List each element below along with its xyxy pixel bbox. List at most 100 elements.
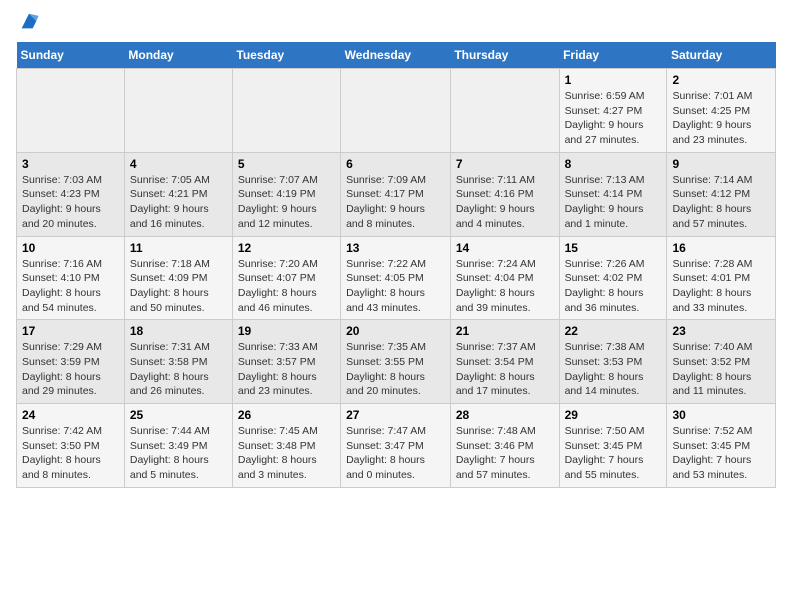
day-info: Sunrise: 7:37 AM Sunset: 3:54 PM Dayligh… xyxy=(456,340,554,399)
day-info: Sunrise: 7:05 AM Sunset: 4:21 PM Dayligh… xyxy=(130,173,227,232)
day-info: Sunrise: 7:42 AM Sunset: 3:50 PM Dayligh… xyxy=(22,424,119,483)
day-info: Sunrise: 7:47 AM Sunset: 3:47 PM Dayligh… xyxy=(346,424,445,483)
day-cell: 5 Sunrise: 7:07 AM Sunset: 4:19 PM Daylig… xyxy=(232,152,340,236)
day-cell: 4Sunrise: 7:05 AM Sunset: 4:21 PM Daylig… xyxy=(124,152,232,236)
day-number: 23 xyxy=(672,324,770,338)
day-number: 15 xyxy=(565,241,662,255)
day-cell: 25 Sunrise: 7:44 AM Sunset: 3:49 PM Dayli… xyxy=(124,404,232,488)
day-info: Sunrise: 7:18 AM Sunset: 4:09 PM Dayligh… xyxy=(130,257,227,316)
day-cell: 23 Sunrise: 7:40 AM Sunset: 3:52 PM Dayli… xyxy=(667,320,776,404)
day-number: 27 xyxy=(346,408,445,422)
day-cell: 20 Sunrise: 7:35 AM Sunset: 3:55 PM Dayli… xyxy=(341,320,451,404)
day-cell: 27 Sunrise: 7:47 AM Sunset: 3:47 PM Dayli… xyxy=(341,404,451,488)
day-info: Sunrise: 7:07 AM Sunset: 4:19 PM Dayligh… xyxy=(238,173,335,232)
day-cell: 9Sunrise: 7:14 AM Sunset: 4:12 PM Daylig… xyxy=(667,152,776,236)
day-cell: 28 Sunrise: 7:48 AM Sunset: 3:46 PM Dayli… xyxy=(450,404,559,488)
day-number: 7 xyxy=(456,157,554,171)
calendar-table: SundayMondayTuesdayWednesdayThursdayFrid… xyxy=(16,42,776,488)
day-info: Sunrise: 7:03 AM Sunset: 4:23 PM Dayligh… xyxy=(22,173,119,232)
day-cell: 18 Sunrise: 7:31 AM Sunset: 3:58 PM Dayli… xyxy=(124,320,232,404)
day-cell xyxy=(124,69,232,153)
day-cell: 1Sunrise: 6:59 AM Sunset: 4:27 PM Daylig… xyxy=(559,69,667,153)
day-number: 20 xyxy=(346,324,445,338)
day-info: Sunrise: 7:14 AM Sunset: 4:12 PM Dayligh… xyxy=(672,173,770,232)
day-cell: 2Sunrise: 7:01 AM Sunset: 4:25 PM Daylig… xyxy=(667,69,776,153)
day-number: 26 xyxy=(238,408,335,422)
day-cell xyxy=(232,69,340,153)
day-info: Sunrise: 7:28 AM Sunset: 4:01 PM Dayligh… xyxy=(672,257,770,316)
day-cell: 16 Sunrise: 7:28 AM Sunset: 4:01 PM Dayli… xyxy=(667,236,776,320)
day-cell: 7 Sunrise: 7:11 AM Sunset: 4:16 PM Daylig… xyxy=(450,152,559,236)
day-cell: 12Sunrise: 7:20 AM Sunset: 4:07 PM Dayli… xyxy=(232,236,340,320)
day-number: 17 xyxy=(22,324,119,338)
day-number: 13 xyxy=(346,241,445,255)
day-cell: 17 Sunrise: 7:29 AM Sunset: 3:59 PM Dayli… xyxy=(17,320,125,404)
day-number: 1 xyxy=(565,73,662,87)
day-number: 10 xyxy=(22,241,119,255)
day-info: Sunrise: 7:52 AM Sunset: 3:45 PM Dayligh… xyxy=(672,424,770,483)
day-info: Sunrise: 7:44 AM Sunset: 3:49 PM Dayligh… xyxy=(130,424,227,483)
day-cell xyxy=(450,69,559,153)
day-cell: 22 Sunrise: 7:38 AM Sunset: 3:53 PM Dayli… xyxy=(559,320,667,404)
day-info: Sunrise: 7:33 AM Sunset: 3:57 PM Dayligh… xyxy=(238,340,335,399)
day-cell: 26 Sunrise: 7:45 AM Sunset: 3:48 PM Dayli… xyxy=(232,404,340,488)
day-number: 21 xyxy=(456,324,554,338)
day-header-tuesday: Tuesday xyxy=(232,42,340,69)
week-row-2: 3 Sunrise: 7:03 AM Sunset: 4:23 PM Daylig… xyxy=(17,152,776,236)
day-number: 24 xyxy=(22,408,119,422)
day-info: Sunrise: 7:16 AM Sunset: 4:10 PM Dayligh… xyxy=(22,257,119,316)
day-number: 28 xyxy=(456,408,554,422)
day-info: Sunrise: 7:35 AM Sunset: 3:55 PM Dayligh… xyxy=(346,340,445,399)
week-row-1: 1Sunrise: 6:59 AM Sunset: 4:27 PM Daylig… xyxy=(17,69,776,153)
day-header-saturday: Saturday xyxy=(667,42,776,69)
day-info: Sunrise: 7:45 AM Sunset: 3:48 PM Dayligh… xyxy=(238,424,335,483)
day-cell: 14 Sunrise: 7:24 AM Sunset: 4:04 PM Dayli… xyxy=(450,236,559,320)
day-number: 3 xyxy=(22,157,119,171)
week-row-3: 10 Sunrise: 7:16 AM Sunset: 4:10 PM Dayli… xyxy=(17,236,776,320)
day-number: 18 xyxy=(130,324,227,338)
header xyxy=(16,16,776,32)
logo xyxy=(16,20,40,32)
day-number: 11 xyxy=(130,241,227,255)
day-info: Sunrise: 7:50 AM Sunset: 3:45 PM Dayligh… xyxy=(565,424,662,483)
day-cell xyxy=(341,69,451,153)
day-number: 6 xyxy=(346,157,445,171)
day-number: 19 xyxy=(238,324,335,338)
day-cell: 8 Sunrise: 7:13 AM Sunset: 4:14 PM Daylig… xyxy=(559,152,667,236)
day-number: 8 xyxy=(565,157,662,171)
day-header-monday: Monday xyxy=(124,42,232,69)
day-number: 25 xyxy=(130,408,227,422)
day-number: 22 xyxy=(565,324,662,338)
day-info: Sunrise: 7:01 AM Sunset: 4:25 PM Dayligh… xyxy=(672,89,770,148)
day-info: Sunrise: 7:13 AM Sunset: 4:14 PM Dayligh… xyxy=(565,173,662,232)
day-cell xyxy=(17,69,125,153)
day-number: 14 xyxy=(456,241,554,255)
day-info: Sunrise: 7:11 AM Sunset: 4:16 PM Dayligh… xyxy=(456,173,554,232)
day-cell: 15 Sunrise: 7:26 AM Sunset: 4:02 PM Dayli… xyxy=(559,236,667,320)
week-row-5: 24 Sunrise: 7:42 AM Sunset: 3:50 PM Dayli… xyxy=(17,404,776,488)
day-cell: 29Sunrise: 7:50 AM Sunset: 3:45 PM Dayli… xyxy=(559,404,667,488)
day-number: 5 xyxy=(238,157,335,171)
day-info: Sunrise: 7:09 AM Sunset: 4:17 PM Dayligh… xyxy=(346,173,445,232)
day-info: Sunrise: 7:31 AM Sunset: 3:58 PM Dayligh… xyxy=(130,340,227,399)
day-info: Sunrise: 7:29 AM Sunset: 3:59 PM Dayligh… xyxy=(22,340,119,399)
day-cell: 21 Sunrise: 7:37 AM Sunset: 3:54 PM Dayli… xyxy=(450,320,559,404)
day-cell: 11 Sunrise: 7:18 AM Sunset: 4:09 PM Dayli… xyxy=(124,236,232,320)
day-header-sunday: Sunday xyxy=(17,42,125,69)
day-number: 16 xyxy=(672,241,770,255)
day-info: Sunrise: 7:38 AM Sunset: 3:53 PM Dayligh… xyxy=(565,340,662,399)
day-info: Sunrise: 7:26 AM Sunset: 4:02 PM Dayligh… xyxy=(565,257,662,316)
day-cell: 13Sunrise: 7:22 AM Sunset: 4:05 PM Dayli… xyxy=(341,236,451,320)
day-info: Sunrise: 7:48 AM Sunset: 3:46 PM Dayligh… xyxy=(456,424,554,483)
day-info: Sunrise: 7:24 AM Sunset: 4:04 PM Dayligh… xyxy=(456,257,554,316)
logo-icon xyxy=(18,10,40,32)
day-cell: 10 Sunrise: 7:16 AM Sunset: 4:10 PM Dayli… xyxy=(17,236,125,320)
day-cell: 19 Sunrise: 7:33 AM Sunset: 3:57 PM Dayli… xyxy=(232,320,340,404)
day-number: 30 xyxy=(672,408,770,422)
day-header-thursday: Thursday xyxy=(450,42,559,69)
day-cell: 6 Sunrise: 7:09 AM Sunset: 4:17 PM Daylig… xyxy=(341,152,451,236)
day-header-wednesday: Wednesday xyxy=(341,42,451,69)
day-header-friday: Friday xyxy=(559,42,667,69)
day-info: Sunrise: 7:40 AM Sunset: 3:52 PM Dayligh… xyxy=(672,340,770,399)
day-cell: 30 Sunrise: 7:52 AM Sunset: 3:45 PM Dayli… xyxy=(667,404,776,488)
